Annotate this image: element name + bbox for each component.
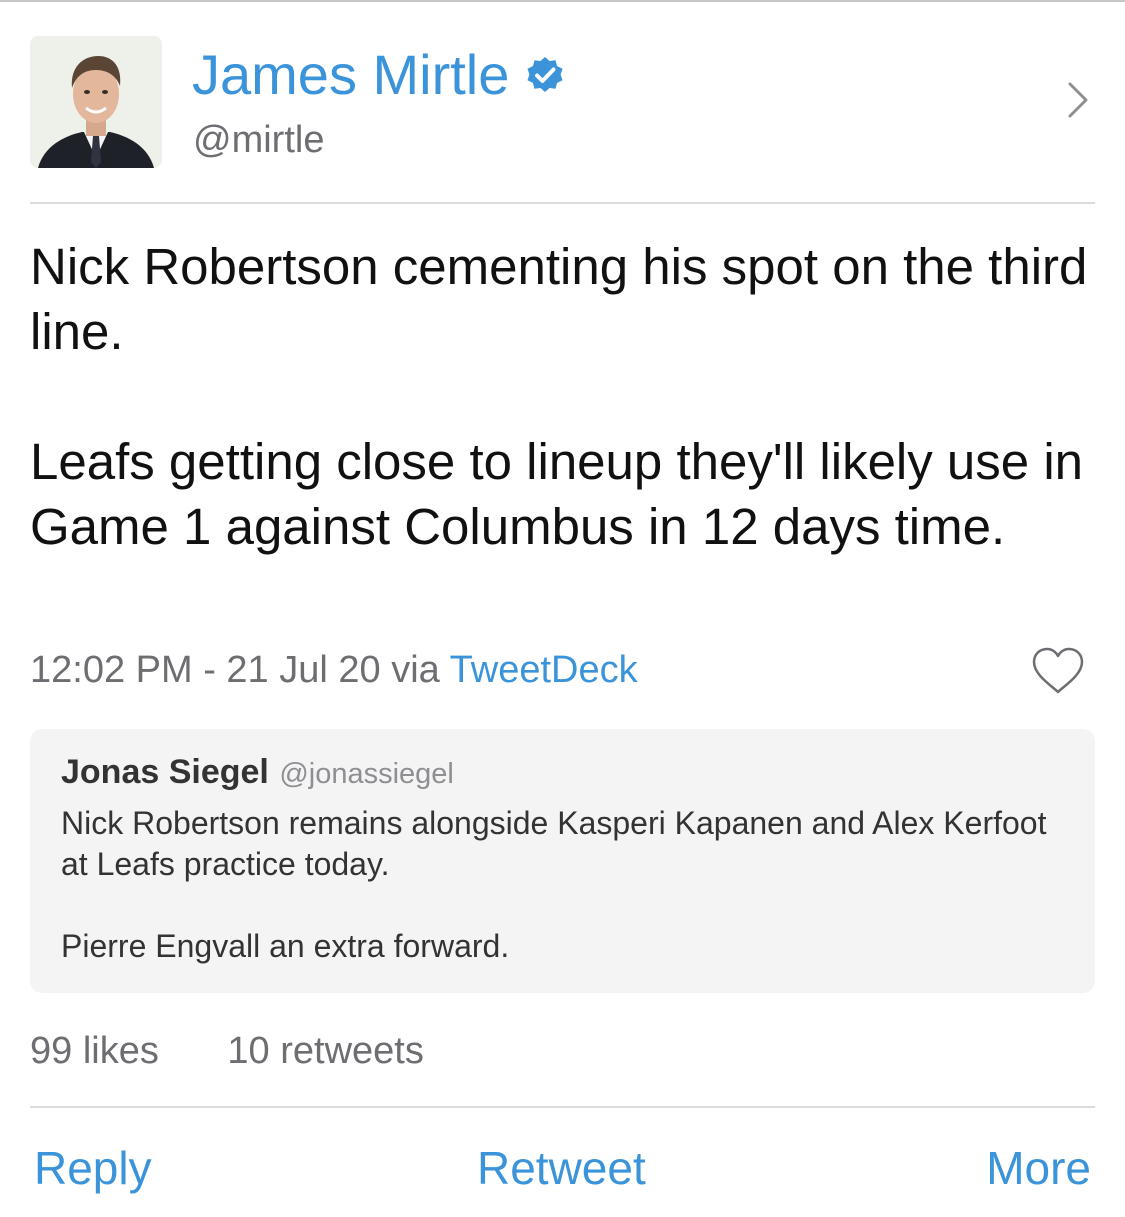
tweet-paragraph: Nick Robertson cementing his spot on the… [30,238,1088,360]
author-handle[interactable]: @mirtle [193,117,324,163]
quoted-paragraph: Pierre Engvall an extra forward. [61,928,510,964]
tweet-meta: 12:02 PM - 21 Jul 20 via TweetDeck [30,646,638,694]
top-border [0,0,1125,2]
actions-divider [30,1106,1095,1108]
quoted-tweet-header: Jonas Siegel @jonassiegel [61,753,454,792]
chevron-right-icon[interactable] [1064,80,1092,120]
via-label: via [391,649,440,691]
author-name-row[interactable]: James Mirtle [192,42,565,108]
quoted-author-name: Jonas Siegel [61,753,269,791]
tweet-stats: 99 likes 10 retweets [30,1028,424,1074]
retweets-count[interactable]: 10 retweets [227,1030,423,1072]
heart-outline-icon[interactable] [1030,646,1086,696]
avatar-portrait [30,36,162,168]
avatar[interactable] [30,36,162,168]
header-divider [30,202,1095,204]
tweet-timestamp: 12:02 PM - 21 Jul 20 [30,649,381,691]
tweet-text: Nick Robertson cementing his spot on the… [30,234,1100,559]
reply-button[interactable]: Reply [34,1140,152,1196]
quoted-tweet[interactable]: Jonas Siegel @jonassiegel Nick Robertson… [30,729,1095,993]
quoted-author-handle: @jonassiegel [279,758,454,790]
author-name[interactable]: James Mirtle [192,42,509,108]
more-button[interactable]: More [986,1140,1091,1196]
likes-count[interactable]: 99 likes [30,1030,159,1072]
tweet-paragraph: Leafs getting close to lineup they'll li… [30,433,1084,555]
quoted-tweet-text: Nick Robertson remains alongside Kasperi… [61,803,1071,967]
verified-badge-icon [527,57,563,92]
quoted-paragraph: Nick Robertson remains alongside Kasperi… [61,805,1047,882]
source-link[interactable]: TweetDeck [450,649,638,691]
retweet-button[interactable]: Retweet [477,1140,646,1196]
